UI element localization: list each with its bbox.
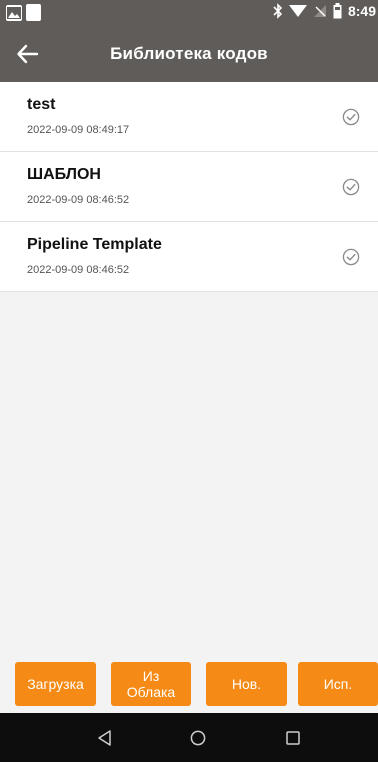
use-button[interactable]: Исп. bbox=[298, 662, 378, 706]
nav-recents-button[interactable] bbox=[282, 727, 304, 749]
check-circle-icon[interactable] bbox=[342, 248, 360, 266]
home-circle-icon bbox=[190, 730, 206, 746]
item-name: ШАБЛОН bbox=[27, 166, 101, 183]
blank-notification-icon bbox=[26, 4, 41, 21]
status-bar: 8:49 bbox=[0, 0, 378, 26]
from-cloud-label-line2: Облака bbox=[126, 684, 176, 700]
image-notification-icon bbox=[6, 4, 22, 21]
item-date: 2022-09-09 08:46:52 bbox=[27, 194, 130, 206]
wifi-icon bbox=[288, 5, 307, 17]
use-button-label: Исп. bbox=[323, 676, 353, 692]
battery-icon bbox=[333, 3, 342, 19]
status-time: 8:49 bbox=[347, 3, 376, 19]
bluetooth-icon bbox=[273, 3, 283, 19]
from-cloud-label-line1: Из bbox=[142, 668, 160, 684]
list-item[interactable]: Pipeline Template 2022-09-09 08:46:52 bbox=[0, 222, 378, 292]
check-circle-icon[interactable] bbox=[342, 178, 360, 196]
upload-button[interactable]: Загрузка bbox=[15, 662, 96, 706]
list-item[interactable]: test 2022-09-09 08:49:17 bbox=[0, 82, 378, 152]
back-triangle-icon bbox=[98, 730, 111, 746]
page-title: Библиотека кодов bbox=[110, 44, 268, 63]
new-button-label: Нов. bbox=[231, 676, 262, 692]
no-sim-icon bbox=[313, 5, 326, 17]
item-name: Pipeline Template bbox=[27, 236, 162, 253]
navigation-bar bbox=[0, 713, 378, 762]
status-notifications bbox=[6, 4, 41, 21]
item-date: 2022-09-09 08:46:52 bbox=[27, 264, 130, 276]
nav-back-button[interactable] bbox=[94, 727, 116, 749]
screen: 8:49 Библиотека кодов test 2022-09-09 08… bbox=[0, 0, 378, 762]
back-button[interactable] bbox=[14, 40, 42, 68]
nav-home-button[interactable] bbox=[187, 727, 209, 749]
list-item[interactable]: ШАБЛОН 2022-09-09 08:46:52 bbox=[0, 152, 378, 222]
arrow-left-icon bbox=[17, 44, 39, 64]
upload-button-label: Загрузка bbox=[27, 676, 84, 692]
new-button[interactable]: Нов. bbox=[206, 662, 287, 706]
item-name: test bbox=[27, 96, 56, 113]
code-library-list: test 2022-09-09 08:49:17 ШАБЛОН 2022-09-… bbox=[0, 82, 378, 292]
from-cloud-button[interactable]: Из Облака bbox=[111, 662, 191, 706]
item-date: 2022-09-09 08:49:17 bbox=[27, 124, 130, 136]
check-circle-icon[interactable] bbox=[342, 108, 360, 126]
recents-square-icon bbox=[286, 731, 300, 745]
app-bar: Библиотека кодов bbox=[0, 26, 378, 82]
action-button-row: Загрузка Из Облака Нов. Исп. bbox=[0, 662, 378, 706]
status-system-icons: 8:49 bbox=[273, 3, 376, 19]
